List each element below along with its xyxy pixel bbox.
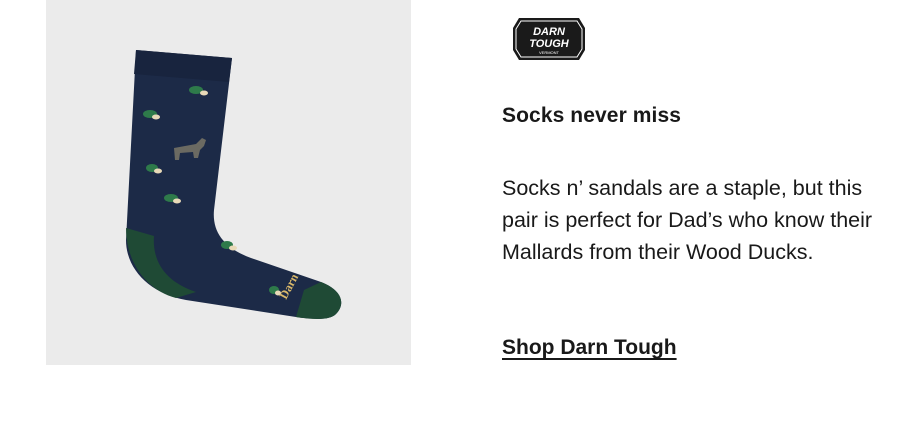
product-image[interactable]: Darn	[46, 0, 411, 365]
body-copy: Socks n’ sandals are a staple, but this …	[502, 176, 873, 264]
darn-tough-logo[interactable]: DARN TOUGH VERMONT	[511, 16, 587, 62]
headline: Socks never miss	[502, 104, 682, 127]
sock-illustration: Darn	[126, 50, 342, 319]
svg-text:VERMONT: VERMONT	[539, 50, 560, 55]
svg-text:DARN: DARN	[533, 26, 566, 38]
svg-text:TOUGH: TOUGH	[529, 38, 570, 50]
shop-darn-tough-link[interactable]: Shop Darn Tough	[502, 336, 677, 360]
